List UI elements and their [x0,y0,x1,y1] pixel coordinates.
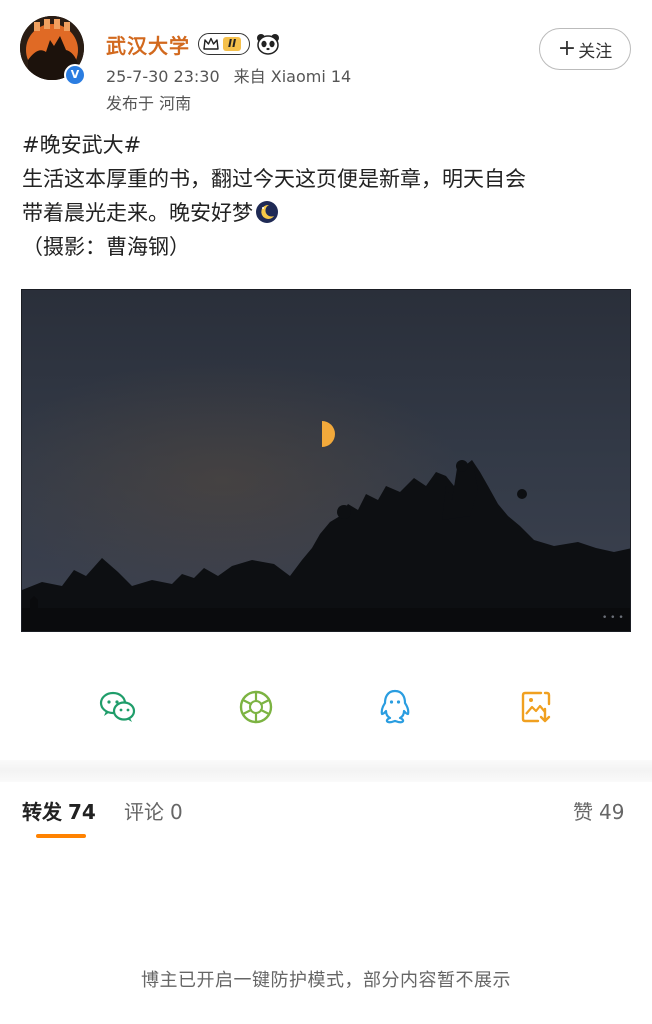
post-hashtag[interactable]: #晚安武大# [22,128,634,162]
post-timestamp: 25-7-30 23:30 [106,67,220,86]
tab-comments-label: 评论 [124,800,164,824]
follow-button[interactable]: + 关注 [539,28,631,70]
share-row [0,676,652,738]
qq-icon [380,689,410,724]
follow-label: 关注 [578,41,613,62]
section-divider [0,760,652,782]
share-wechat-button[interactable] [87,676,149,738]
protection-notice: 博主已开启一键防护模式，部分内容暂不展示 [141,970,511,991]
tab-likes[interactable]: 赞 49 [573,796,624,825]
active-tab-indicator [36,834,86,838]
post-header: V 武汉大学 II 25-7-30 23:30 来自 Xiaomi 14 发布于 … [0,0,652,118]
panda-icon[interactable] [256,33,280,55]
wechat-icon [99,691,136,722]
post-body: #晚安武大# 生活这本厚重的书，翻过今天这页便是新章，明天自会 带着晨光走来。晚… [22,128,634,264]
svg-text:• • •: • • • [602,613,624,623]
crown-icon [203,37,219,50]
photo-credit: （摄影：曹海钢） [22,235,190,259]
moon-emoji-icon [256,201,278,223]
tab-likes-label: 赞 [573,800,593,824]
weibo-post-page: V 武汉大学 II 25-7-30 23:30 来自 Xiaomi 14 发布于 … [0,0,652,1024]
post-location: 发布于 河南 [106,94,192,113]
post-photo[interactable]: • • • [21,289,631,632]
tab-repost-count: 74 [68,800,96,824]
member-level-badge[interactable]: II [198,33,251,55]
share-moments-button[interactable] [225,676,287,738]
post-text-line-1: 生活这本厚重的书，翻过今天这页便是新章，明天自会 [22,167,526,191]
tab-comments[interactable]: 评论 0 [124,796,183,825]
plus-icon: + [557,36,577,61]
level-text: II [223,37,242,51]
night-moon-photo: • • • [22,290,630,631]
verified-badge-icon: V [64,64,86,86]
save-image-button[interactable] [505,676,567,738]
tab-likes-count: 49 [599,800,625,824]
save-image-icon [521,691,551,723]
tab-repost[interactable]: 转发 74 [22,796,96,825]
post-text-line-2: 带着晨光走来。晚安好梦 [22,201,253,225]
username[interactable]: 武汉大学 [106,30,190,59]
post-source: 来自 Xiaomi 14 [233,67,352,86]
tab-repost-label: 转发 [22,800,62,824]
share-qq-button[interactable] [364,676,426,738]
post-text-line-2-wrap: 带着晨光走来。晚安好梦 [22,196,634,230]
interaction-tabs: 转发 74 评论 0 赞 49 [0,790,652,840]
name-row: 武汉大学 II [106,28,280,60]
moments-icon [239,690,273,724]
tab-comments-count: 0 [170,800,183,824]
post-meta: 25-7-30 23:30 来自 Xiaomi 14 [106,63,351,87]
